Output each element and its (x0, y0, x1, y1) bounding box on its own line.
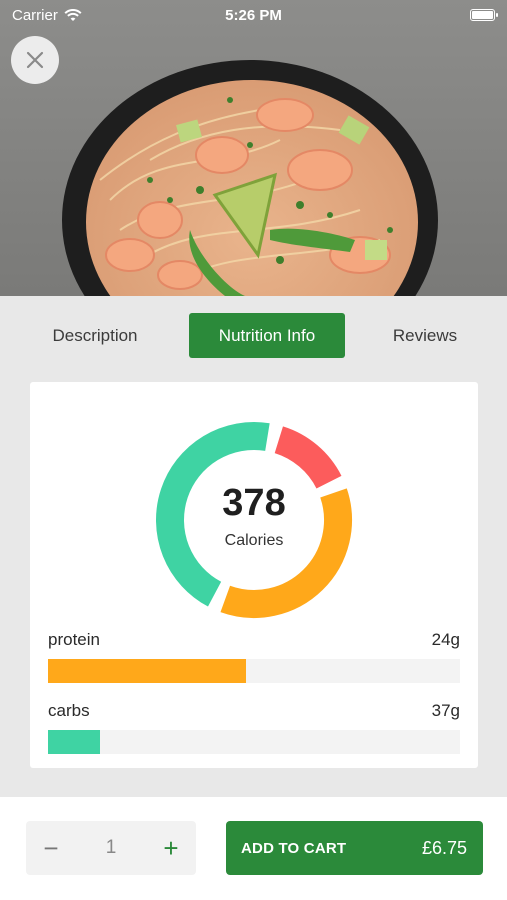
calories-label: Calories (224, 532, 284, 549)
wifi-icon (64, 8, 82, 21)
donut-center: 378 Calories (154, 420, 354, 620)
tab-nutrition-info[interactable]: Nutrition Info (189, 313, 345, 358)
macro-protein-name: protein (48, 630, 100, 649)
macro-carbs-bar (48, 730, 100, 754)
calories-value: 378 (222, 482, 286, 524)
macro-carbs-track (48, 730, 460, 754)
add-to-cart-button[interactable]: ADD TO CART £6.75 (226, 821, 483, 875)
macro-protein-row: protein 24g (48, 630, 460, 650)
macro-protein-bar (48, 659, 246, 683)
battery-icon (470, 9, 498, 21)
decrease-quantity-button[interactable]: − (40, 833, 62, 864)
increase-quantity-button[interactable]: + (160, 833, 182, 864)
macro-carbs-name: carbs (48, 701, 90, 720)
macro-carbs-row: carbs 37g (48, 701, 460, 721)
tab-bar: Description Nutrition Info Reviews (0, 296, 507, 378)
close-icon (26, 51, 44, 69)
carrier-label: Carrier (12, 6, 58, 24)
screen: Carrier 5:26 PM Description Nutrition In… (0, 0, 507, 900)
close-button[interactable] (11, 36, 59, 84)
macro-protein-track (48, 659, 460, 683)
macro-protein-amount: 24g (431, 630, 460, 649)
macro-protein: protein 24g (48, 630, 460, 683)
nutrition-card: 378 Calories protein 24g carbs 37g (30, 382, 478, 768)
battery-level (472, 11, 493, 19)
quantity-stepper: − 1 + (26, 821, 196, 875)
price-label: £6.75 (421, 837, 467, 858)
calorie-donut: 378 Calories (154, 420, 354, 620)
add-to-cart-label: ADD TO CART (241, 839, 347, 857)
quantity-value: 1 (105, 837, 117, 858)
dish-photo (0, 0, 507, 296)
tab-reviews[interactable]: Reviews (370, 313, 480, 358)
dish-illustration (62, 60, 438, 296)
macro-carbs-amount: 37g (431, 701, 460, 720)
status-bar: Carrier 5:26 PM (0, 0, 507, 30)
tab-description[interactable]: Description (30, 313, 160, 358)
status-left: Carrier (12, 7, 82, 24)
macro-carbs: carbs 37g (48, 701, 460, 754)
purchase-bar: − 1 + ADD TO CART £6.75 (0, 797, 507, 900)
